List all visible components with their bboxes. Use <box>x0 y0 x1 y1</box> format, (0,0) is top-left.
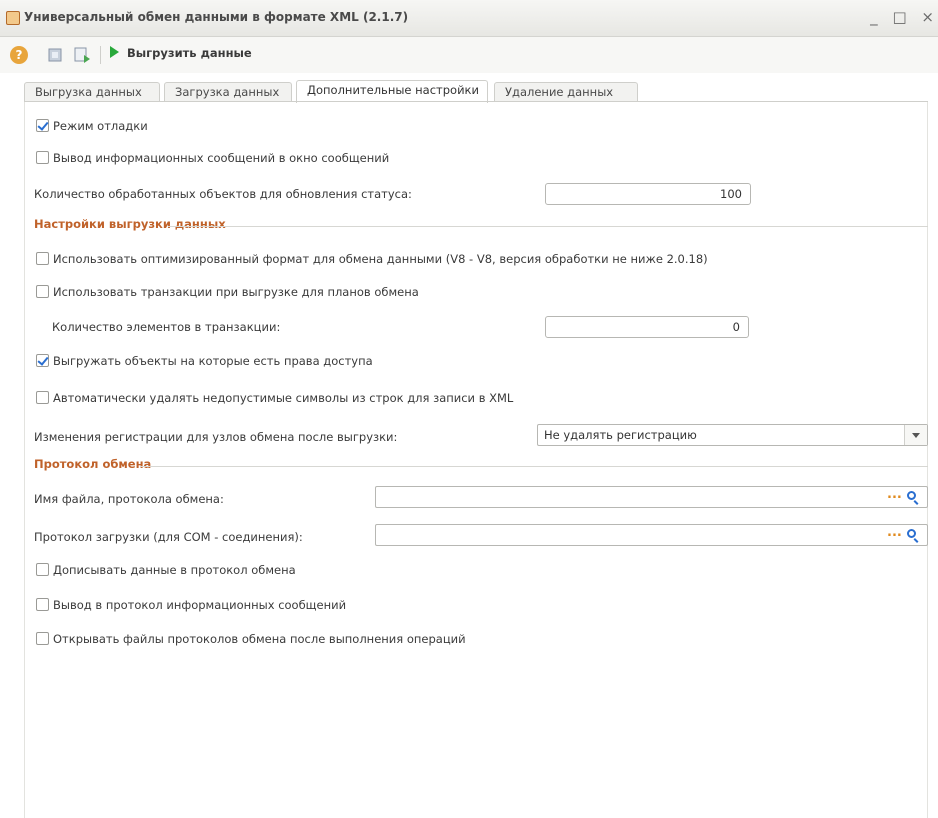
file-name-choose-button[interactable]: ... <box>887 487 902 502</box>
main-window: Универсальный обмен данными в формате XM… <box>0 0 938 818</box>
load-protocol-label: Протокол загрузки (для COM - соединения)… <box>34 530 303 544</box>
export-section-divider <box>168 226 928 227</box>
protocol-section-divider <box>140 466 928 467</box>
optimized-format-label: Использовать оптимизированный формат для… <box>53 252 708 266</box>
use-transactions-checkbox[interactable] <box>36 285 49 298</box>
info-to-protocol-checkbox[interactable] <box>36 598 49 611</box>
transaction-items-input[interactable]: 0 <box>545 316 749 338</box>
objects-count-input[interactable]: 100 <box>545 183 751 205</box>
info-messages-checkbox[interactable] <box>36 151 49 164</box>
remove-invalid-checkbox[interactable] <box>36 391 49 404</box>
protocol-section-title: Протокол обмена <box>34 457 152 471</box>
append-data-checkbox[interactable] <box>36 563 49 576</box>
file-name-label: Имя файла, протокола обмена: <box>34 492 224 506</box>
registration-select-value: Не удалять регистрацию <box>544 428 697 442</box>
transaction-items-label: Количество элементов в транзакции: <box>52 320 281 334</box>
load-protocol-open-icon[interactable] <box>907 529 916 538</box>
debug-mode-option[interactable]: Режим отладки <box>36 119 148 133</box>
access-rights-label: Выгружать объекты на которые есть права … <box>53 354 373 368</box>
info-to-protocol-option[interactable]: Вывод в протокол информационных сообщени… <box>36 598 346 612</box>
optimized-format-option[interactable]: Использовать оптимизированный формат для… <box>36 252 708 266</box>
debug-mode-checkbox[interactable] <box>36 119 49 132</box>
settings-panel: Режим отладки Вывод информационных сообщ… <box>0 0 938 818</box>
optimized-format-checkbox[interactable] <box>36 252 49 265</box>
chevron-down-icon[interactable] <box>904 425 927 445</box>
access-rights-option[interactable]: Выгружать объекты на которые есть права … <box>36 354 373 368</box>
file-name-input[interactable] <box>375 486 928 508</box>
open-files-option[interactable]: Открывать файлы протоколов обмена после … <box>36 632 466 646</box>
debug-mode-label: Режим отладки <box>53 119 148 133</box>
remove-invalid-label: Автоматически удалять недопустимые симво… <box>53 391 514 405</box>
info-messages-label: Вывод информационных сообщений в окно со… <box>53 151 390 165</box>
registration-label: Изменения регистрации для узлов обмена п… <box>34 430 398 444</box>
open-files-label: Открывать файлы протоколов обмена после … <box>53 632 466 646</box>
load-protocol-choose-button[interactable]: ... <box>887 525 902 540</box>
export-section-title: Настройки выгрузки данных <box>34 217 226 231</box>
append-data-label: Дописывать данные в протокол обмена <box>53 563 296 577</box>
load-protocol-input[interactable] <box>375 524 928 546</box>
use-transactions-option[interactable]: Использовать транзакции при выгрузке для… <box>36 285 419 299</box>
objects-count-label: Количество обработанных объектов для обн… <box>34 187 412 201</box>
info-messages-option[interactable]: Вывод информационных сообщений в окно со… <box>36 151 389 165</box>
registration-select[interactable]: Не удалять регистрацию <box>537 424 928 446</box>
use-transactions-label: Использовать транзакции при выгрузке для… <box>53 285 419 299</box>
access-rights-checkbox[interactable] <box>36 354 49 367</box>
open-files-checkbox[interactable] <box>36 632 49 645</box>
file-name-open-icon[interactable] <box>907 491 916 500</box>
append-data-option[interactable]: Дописывать данные в протокол обмена <box>36 563 296 577</box>
info-to-protocol-label: Вывод в протокол информационных сообщени… <box>53 598 347 612</box>
remove-invalid-option[interactable]: Автоматически удалять недопустимые симво… <box>36 391 513 405</box>
